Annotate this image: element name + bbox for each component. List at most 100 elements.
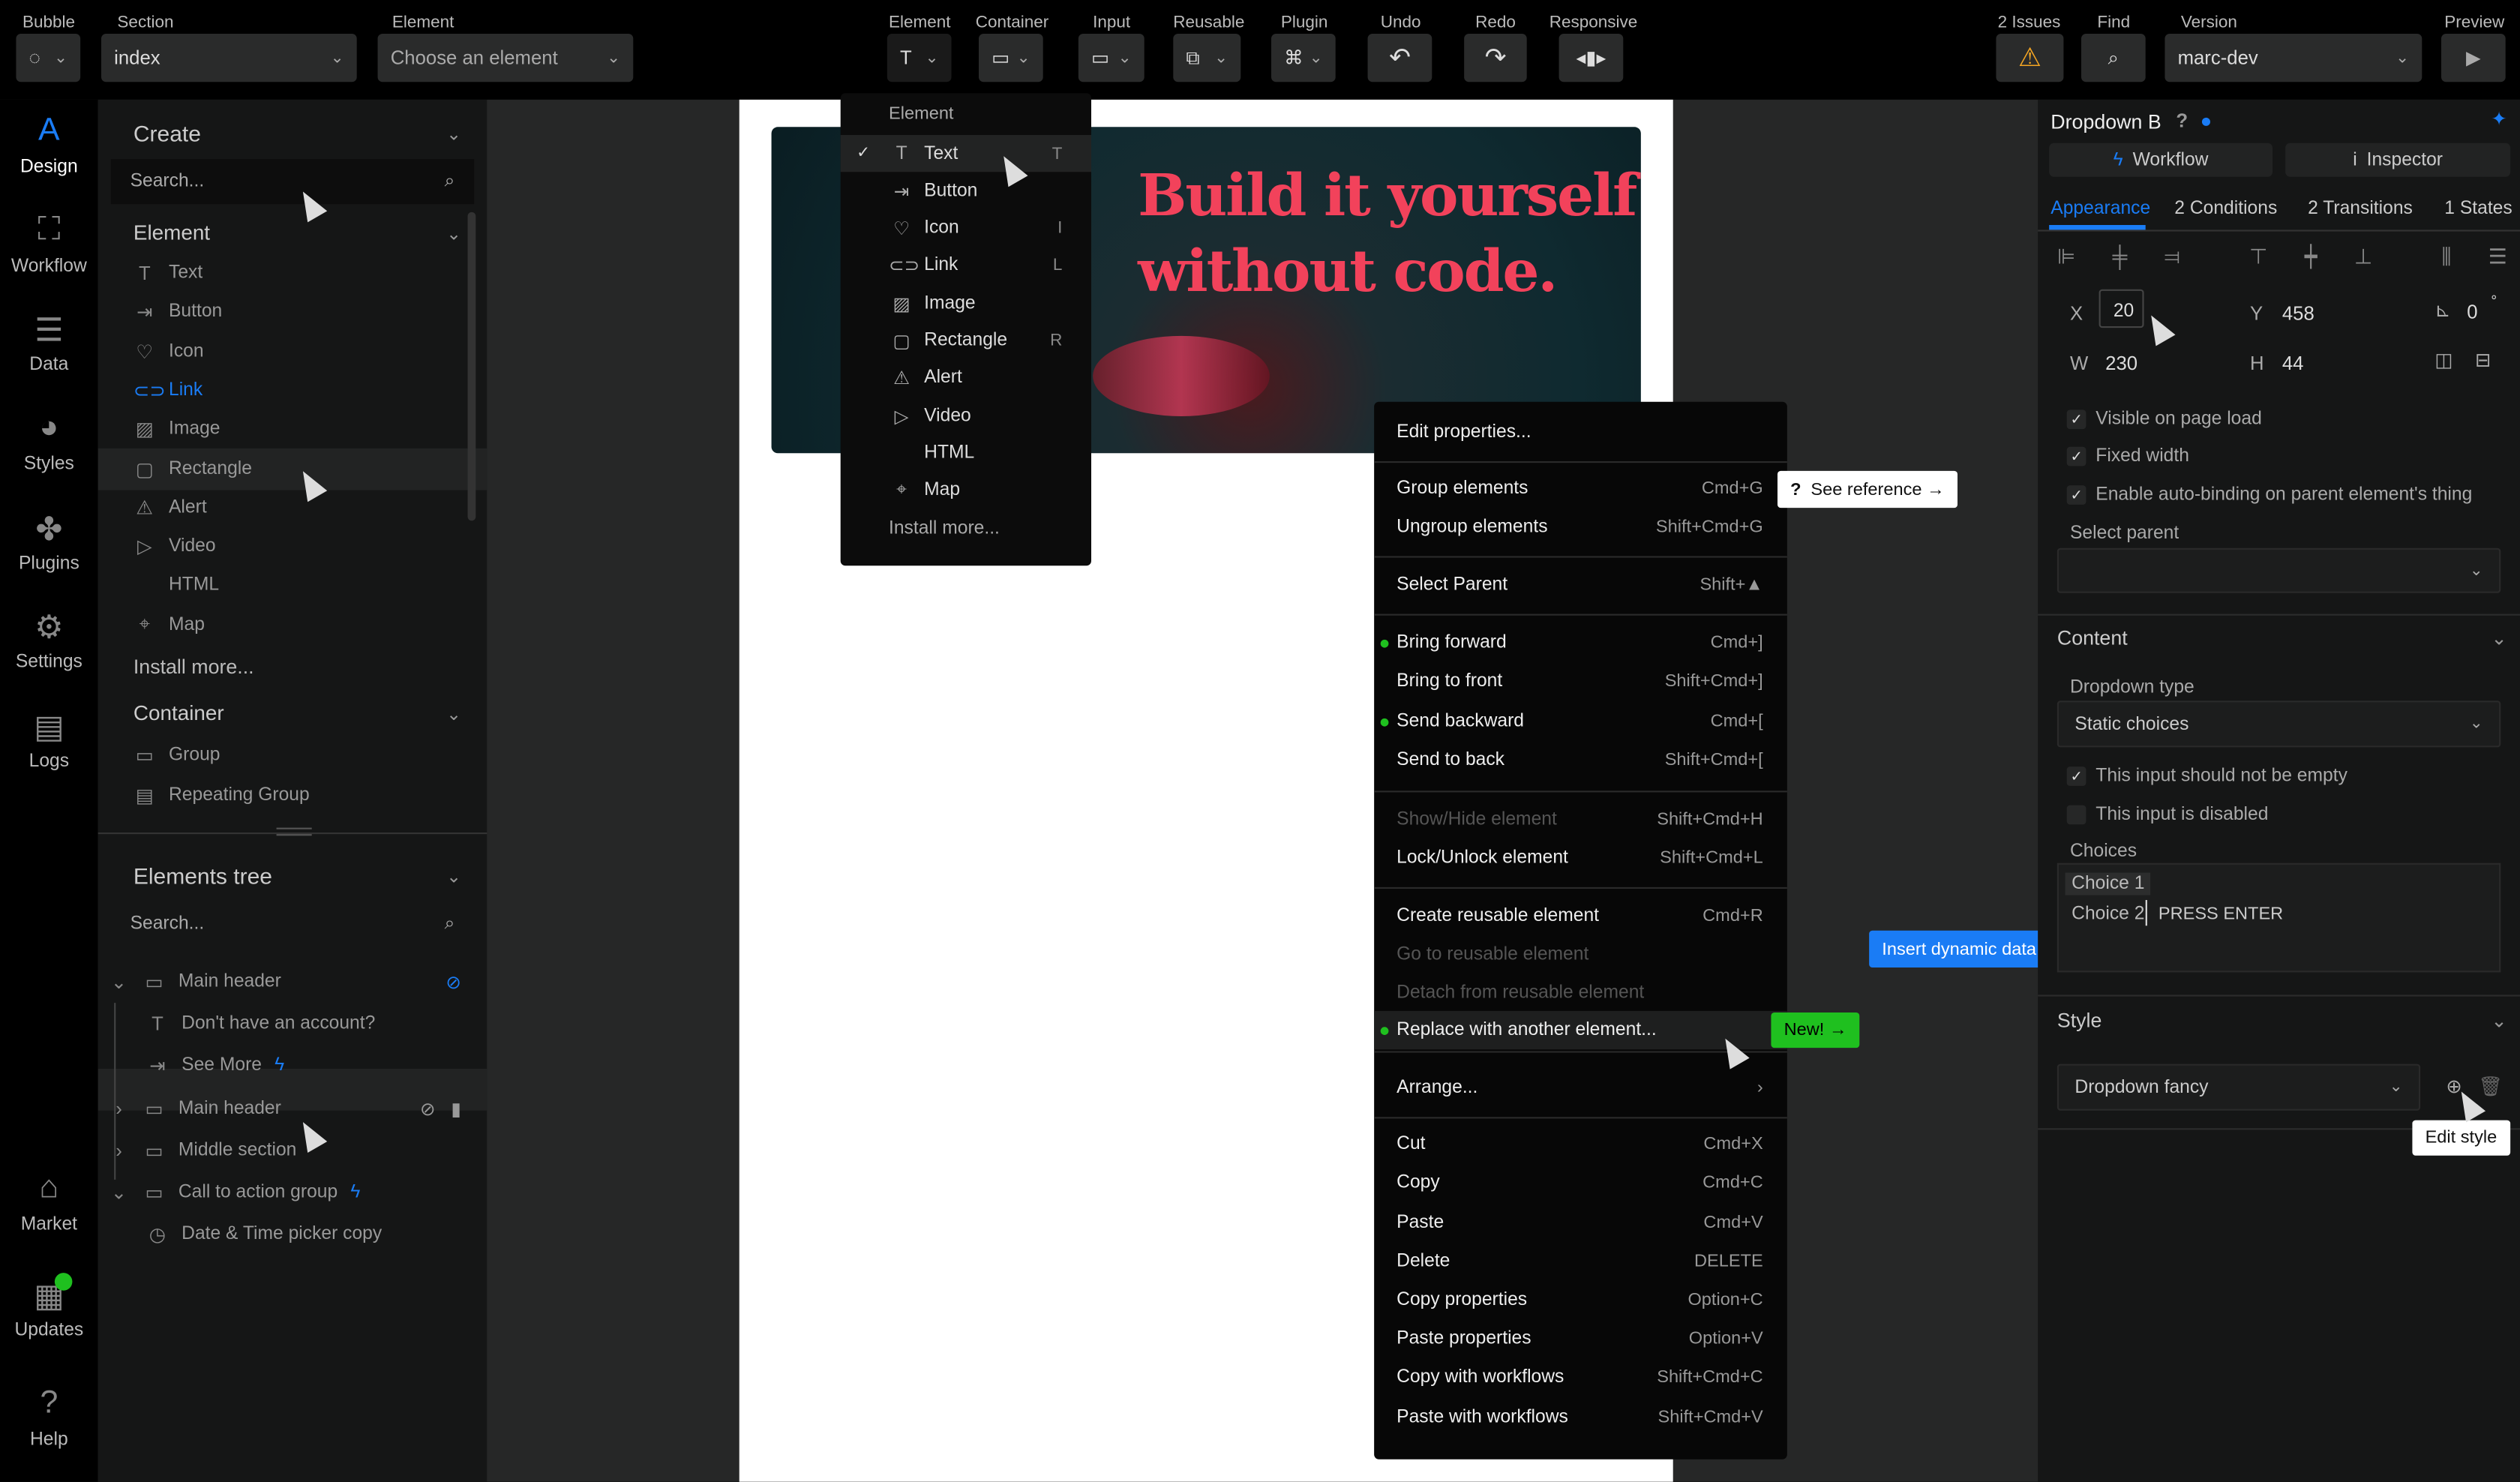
rotation-input[interactable]: 0 <box>2467 301 2477 323</box>
element-item-html[interactable]: HTML <box>134 568 487 603</box>
element-item-text[interactable]: T Text <box>134 256 487 291</box>
element-menu-item-image[interactable]: ▨ Image <box>841 285 1091 322</box>
scrollbar[interactable] <box>467 212 476 521</box>
redo-button[interactable]: ↷ <box>1464 34 1527 82</box>
context-menu-item[interactable]: Arrange... › <box>1374 1069 1787 1107</box>
element-menu-item-button[interactable]: ⇥ Button <box>841 172 1091 209</box>
undo-button[interactable]: ↶ <box>1367 34 1432 82</box>
find-button[interactable]: ⌕ <box>2081 34 2146 82</box>
context-menu-item[interactable]: Edit properties... <box>1374 413 1787 452</box>
element-item-video[interactable]: ▷ Video <box>134 529 487 564</box>
align-bottom-icon[interactable]: ⊥ <box>2354 244 2372 270</box>
context-menu-item[interactable]: Copy properties Option+C <box>1374 1281 1787 1319</box>
style-select[interactable]: Dropdown fancy ⌄ <box>2056 1064 2421 1111</box>
rail-plugins[interactable]: ✤ Plugins <box>0 509 98 574</box>
context-menu-item[interactable]: Paste properties Option+V <box>1374 1319 1787 1358</box>
auto-binding-checkbox[interactable]: ✓ Enable auto-binding on parent element's… <box>2066 485 2472 505</box>
context-menu-item[interactable]: Bring forward Cmd+] <box>1374 623 1787 662</box>
context-menu-item[interactable]: Lock/Unlock element Shift+Cmd+L <box>1374 839 1787 878</box>
context-menu-item[interactable]: Paste Cmd+V <box>1374 1204 1787 1242</box>
choices-textarea[interactable]: Choice 1 Choice 2 PRESS ENTER <box>2056 862 2501 973</box>
rail-market[interactable]: ⌂ Market <box>0 1170 98 1234</box>
rail-updates[interactable]: ▦ Updates <box>0 1273 98 1340</box>
element-menu-item-rectangle[interactable]: ▢ Rectangle R <box>841 322 1091 359</box>
rail-design[interactable]: A Design <box>0 112 98 177</box>
distribute-vertical-icon[interactable]: ☰ <box>2488 244 2507 270</box>
not-empty-checkbox[interactable]: ✓ This input should not be empty <box>2066 766 2348 786</box>
disabled-checkbox[interactable]: This input is disabled <box>2066 805 2268 825</box>
inspector-button[interactable]: i Inspector <box>2285 142 2511 177</box>
section-select[interactable]: index ⌄ <box>101 34 357 82</box>
rail-data[interactable]: ☰ Data <box>0 310 98 374</box>
x-input[interactable]: 20 <box>2098 289 2144 328</box>
element-item-link[interactable]: ⊂⊃ Link <box>134 373 487 408</box>
y-input[interactable]: 458 <box>2282 302 2314 325</box>
chevron-down-icon[interactable]: ⌄ <box>446 866 461 887</box>
context-menu-item[interactable]: Ungroup elements Shift+Cmd+G <box>1374 508 1787 546</box>
rail-settings[interactable]: ⚙ Settings <box>0 608 98 671</box>
eye-off-icon[interactable]: ⊘ <box>446 970 461 994</box>
element-select[interactable]: Choose an element ⌄ <box>377 34 634 82</box>
element-menu-item-alert[interactable]: ⚠ Alert <box>841 360 1091 397</box>
context-menu-item[interactable]: Copy Cmd+C <box>1374 1163 1787 1202</box>
visible-on-load-checkbox[interactable]: ✓ Visible on page load <box>2066 410 2262 430</box>
element-menu-item-icon[interactable]: ♡ Icon I <box>841 210 1091 247</box>
align-center-icon[interactable]: ╪ <box>2113 244 2128 270</box>
context-menu-item[interactable]: Select Parent Shift+▲ <box>1374 566 1787 604</box>
install-more-link[interactable]: Install more... <box>889 519 1000 538</box>
chevron-down-icon[interactable]: ⌄ <box>446 124 461 145</box>
create-search-input[interactable]: Search... ⌕ <box>110 159 475 205</box>
align-left-icon[interactable]: ⊫ <box>2057 244 2075 270</box>
context-menu-item[interactable]: Create reusable element Cmd+R <box>1374 897 1787 935</box>
dropdown-type-select[interactable]: Static choices ⌄ <box>2056 700 2501 748</box>
responsive-button[interactable]: ◂▮▸ <box>1558 34 1624 82</box>
tab-transitions[interactable]: 2 Transitions <box>2308 200 2413 219</box>
align-right-icon[interactable]: ⫤ <box>2164 244 2180 270</box>
tab-conditions[interactable]: 2 Conditions <box>2174 200 2277 219</box>
resize-handle[interactable] <box>276 827 312 836</box>
h-input[interactable]: 44 <box>2282 352 2304 374</box>
input-tool-button[interactable]: ▭ ⌄ <box>1078 34 1144 82</box>
see-reference-tooltip[interactable]: ? See reference → <box>1778 470 1958 508</box>
fit-height-icon[interactable]: ⊟ <box>2475 349 2492 371</box>
context-menu-item[interactable]: Send backward Cmd+[ <box>1374 702 1787 740</box>
element-item-icon[interactable]: ♡ Icon <box>134 334 487 369</box>
tree-item[interactable]: ⌄ ▭ Call to action group ϟ <box>108 1174 461 1210</box>
chevron-down-icon[interactable]: ⌄ <box>2491 627 2507 650</box>
element-item-image[interactable]: ▨ Image <box>134 412 487 447</box>
fixed-width-checkbox[interactable]: ✓ Fixed width <box>2066 446 2189 466</box>
lock-icon[interactable]: ▮ <box>451 1098 461 1120</box>
tree-item[interactable]: ◷ Date & Time picker copy <box>146 1216 500 1252</box>
element-item-button[interactable]: ⇥ Button <box>134 295 487 330</box>
comment-icon[interactable]: ● <box>2200 110 2212 132</box>
element-menu-item-video[interactable]: ▷ Video <box>841 397 1091 434</box>
select-parent-dropdown[interactable]: ⌄ <box>2056 548 2501 593</box>
tree-item[interactable]: › ▭ Middle section <box>108 1133 461 1168</box>
bubble-menu-button[interactable]: ◌ ⌄ <box>16 34 81 82</box>
rail-logs[interactable]: ▤ Logs <box>0 707 98 771</box>
container-item-group[interactable]: ▭ Group <box>134 738 487 773</box>
tree-item[interactable]: ⇥ See More ϟ <box>146 1048 500 1083</box>
chevron-down-icon[interactable]: ⌄ <box>446 224 461 244</box>
align-top-icon[interactable]: ⊤ <box>2249 244 2267 270</box>
align-middle-icon[interactable]: ┿ <box>2305 244 2318 270</box>
element-item-map[interactable]: ⌖ Map <box>134 607 487 642</box>
rail-styles[interactable]: ◕ Styles <box>0 410 98 474</box>
eye-off-icon[interactable]: ⊘ <box>420 1098 436 1120</box>
container-tool-button[interactable]: ▭ ⌄ <box>979 34 1043 82</box>
chevron-down-icon[interactable]: ⌄ <box>2491 1010 2507 1032</box>
chevron-down-icon[interactable]: ⌄ <box>446 704 461 725</box>
plugin-tool-button[interactable]: ⌘ ⌄ <box>1271 34 1336 82</box>
tree-item[interactable]: › ▭ Main header ⊘ ▮ <box>108 1091 461 1126</box>
container-item-repeating-group[interactable]: ▤ Repeating Group <box>134 778 487 813</box>
element-menu-item-map[interactable]: ⌖ Map <box>841 472 1091 508</box>
tree-item[interactable]: ⌄ ▭ Main header ⊘ <box>108 964 461 1000</box>
new-badge[interactable]: New! → <box>1771 1012 1860 1048</box>
version-select[interactable]: marc-dev ⌄ <box>2164 34 2422 82</box>
help-icon[interactable]: ? <box>2176 110 2188 132</box>
distribute-horizontal-icon[interactable]: ⫼ <box>2441 244 2451 270</box>
workflow-button[interactable]: ϟ Workflow <box>2049 142 2272 177</box>
context-menu-item[interactable]: Bring to front Shift+Cmd+] <box>1374 662 1787 700</box>
fit-width-icon[interactable]: ◫ <box>2434 349 2452 371</box>
context-menu-item[interactable]: Send to back Shift+Cmd+[ <box>1374 741 1787 779</box>
